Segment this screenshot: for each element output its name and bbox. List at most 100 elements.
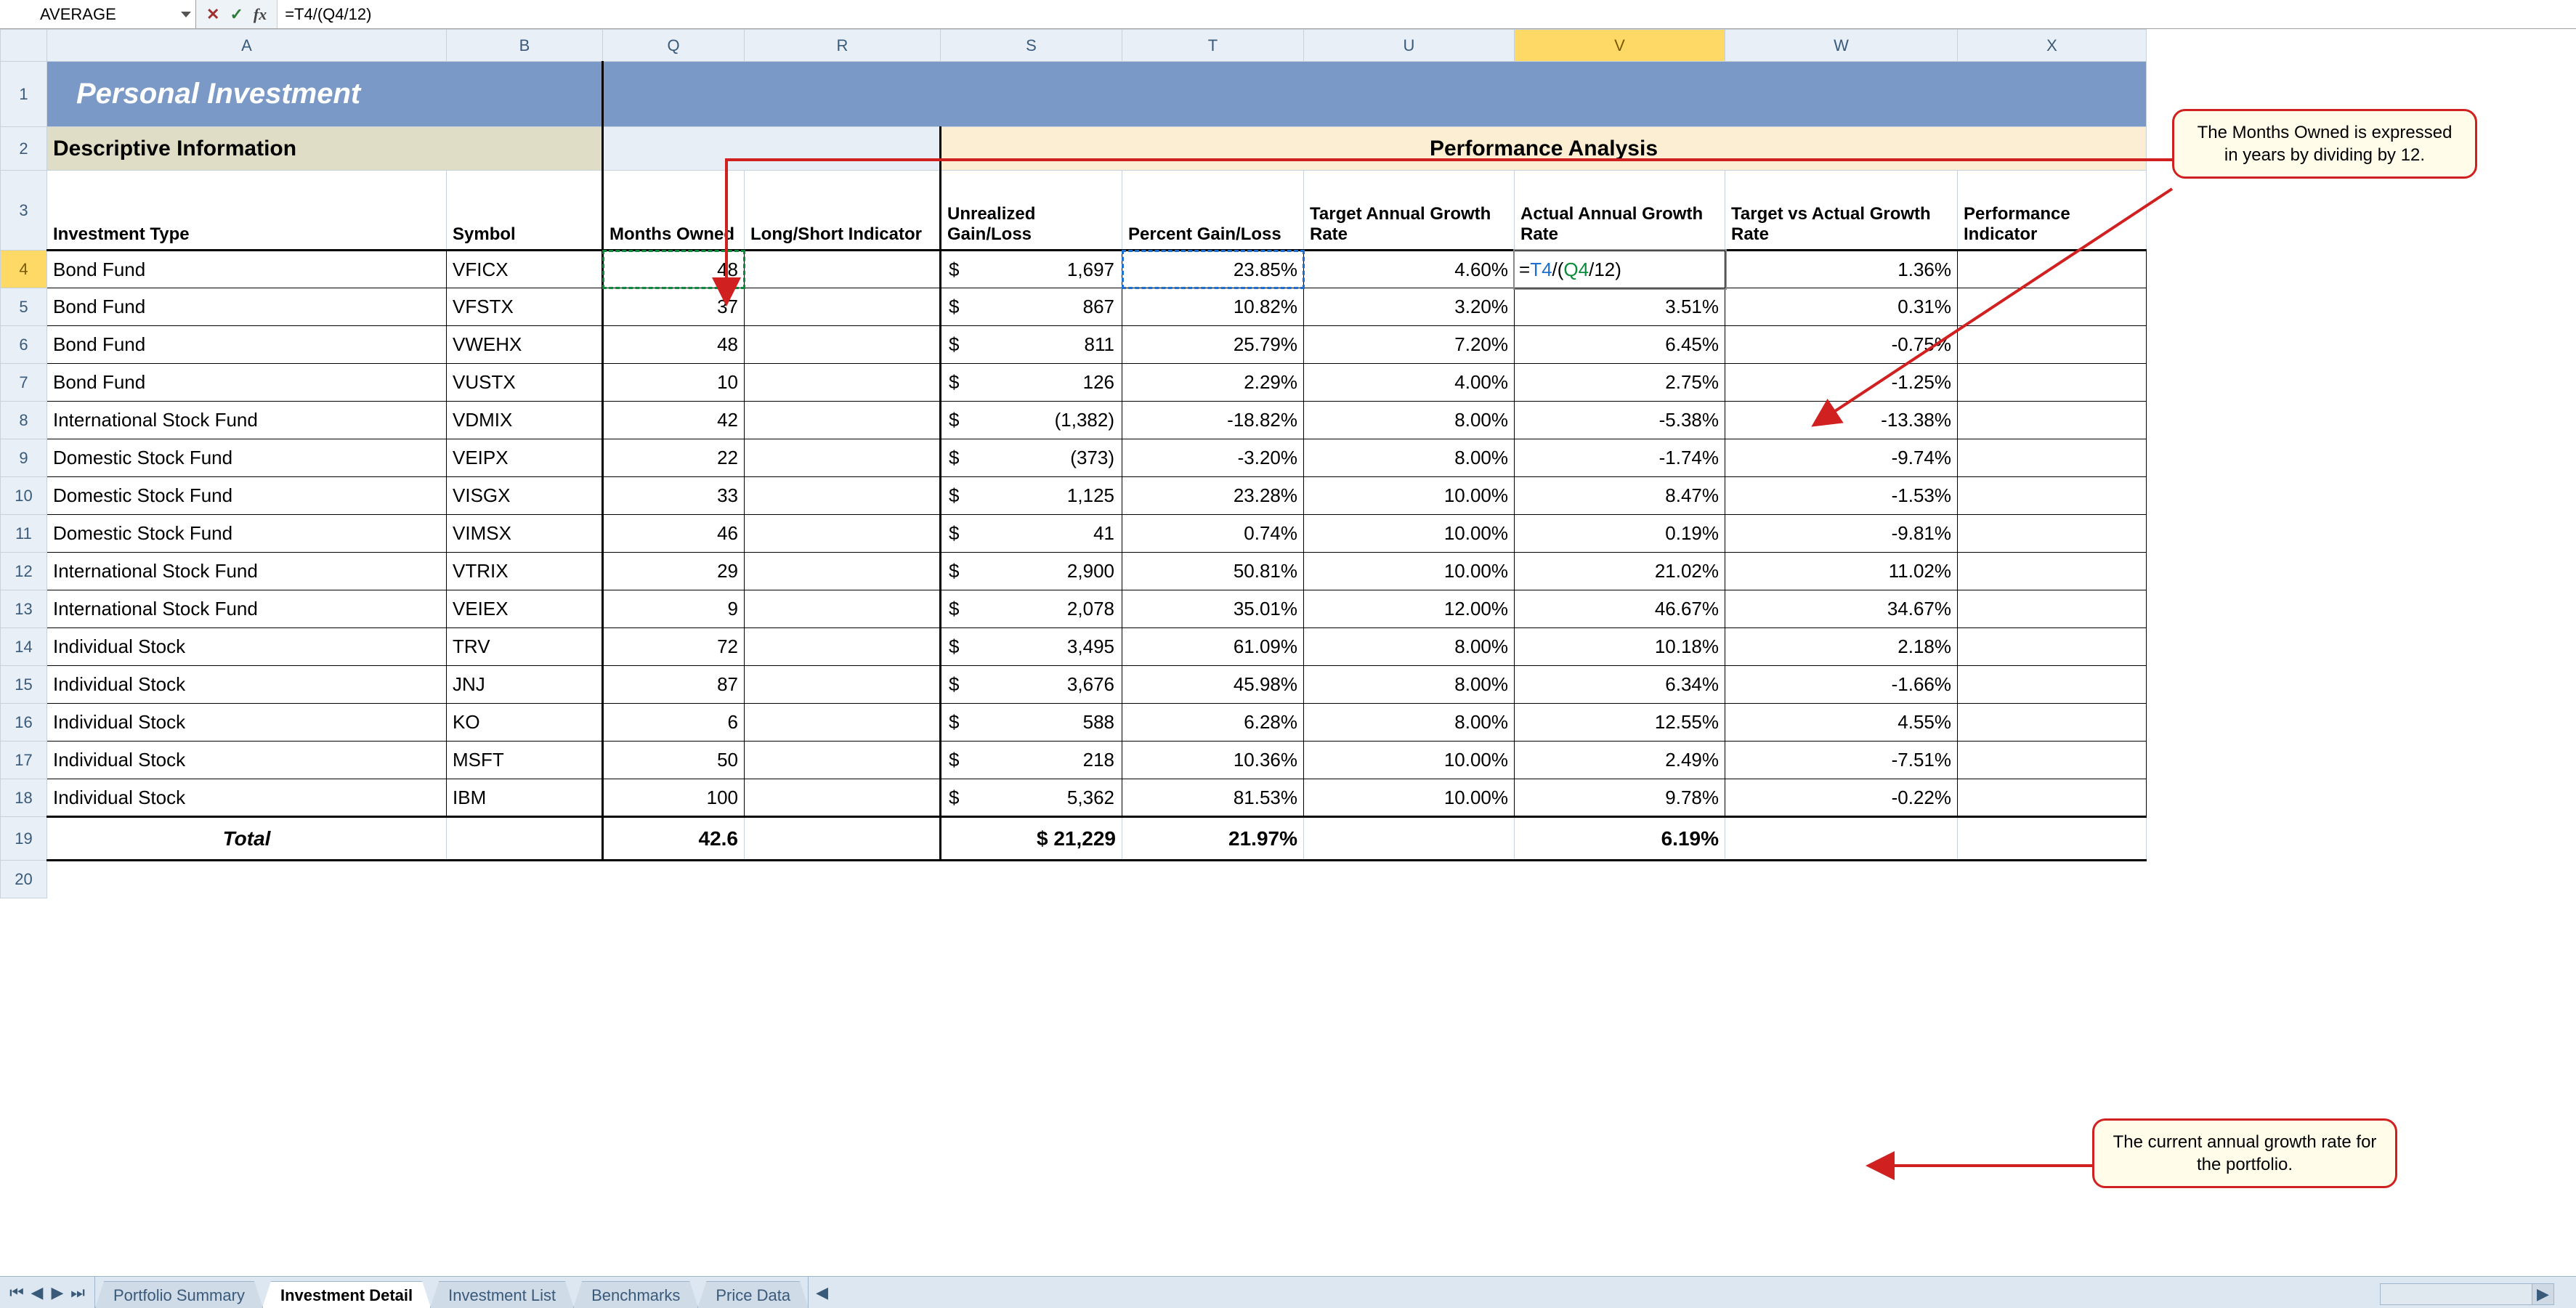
cell-R4[interactable] — [745, 251, 941, 288]
cell-W6[interactable]: -0.75% — [1725, 326, 1958, 364]
cell-V6[interactable]: 6.45% — [1515, 326, 1725, 364]
row-head-7[interactable]: 7 — [1, 364, 47, 402]
cell-U5[interactable]: 3.20% — [1304, 288, 1515, 326]
cell-W9[interactable]: -9.74% — [1725, 439, 1958, 477]
cell-U13[interactable]: 12.00% — [1304, 590, 1515, 628]
col-head-B[interactable]: B — [447, 30, 603, 62]
row-head-14[interactable]: 14 — [1, 628, 47, 666]
hdr-investment-type[interactable]: Investment Type — [47, 171, 447, 251]
cell-T17[interactable]: 10.36% — [1122, 742, 1304, 779]
cell-S17[interactable]: $218 — [941, 742, 1122, 779]
cell-X17[interactable] — [1958, 742, 2147, 779]
row-head-1[interactable]: 1 — [1, 62, 47, 127]
cell-Q18[interactable]: 100 — [603, 779, 745, 817]
cell-X8[interactable] — [1958, 402, 2147, 439]
cell-A4[interactable]: Bond Fund — [47, 251, 447, 288]
cell-B13[interactable]: VEIEX — [447, 590, 603, 628]
row-head-12[interactable]: 12 — [1, 553, 47, 590]
tab-benchmarks[interactable]: Benchmarks — [573, 1281, 698, 1308]
cell-S12[interactable]: $2,900 — [941, 553, 1122, 590]
hdr-percent-gl[interactable]: Percent Gain/Loss — [1122, 171, 1304, 251]
cell-U12[interactable]: 10.00% — [1304, 553, 1515, 590]
col-head-T[interactable]: T — [1122, 30, 1304, 62]
row-head-20[interactable]: 20 — [1, 861, 47, 898]
cell-U8[interactable]: 8.00% — [1304, 402, 1515, 439]
hdr-months-owned[interactable]: Months Owned — [603, 171, 745, 251]
col-head-X[interactable]: X — [1958, 30, 2147, 62]
cell-U14[interactable]: 8.00% — [1304, 628, 1515, 666]
row-head-6[interactable]: 6 — [1, 326, 47, 364]
row-head-15[interactable]: 15 — [1, 666, 47, 704]
cell-R6[interactable] — [745, 326, 941, 364]
cell-Q14[interactable]: 72 — [603, 628, 745, 666]
row-head-16[interactable]: 16 — [1, 704, 47, 742]
tab-investment-detail[interactable]: Investment Detail — [262, 1281, 431, 1308]
row-head-17[interactable]: 17 — [1, 742, 47, 779]
cell-B12[interactable]: VTRIX — [447, 553, 603, 590]
cell-S10[interactable]: $1,125 — [941, 477, 1122, 515]
cell-X10[interactable] — [1958, 477, 2147, 515]
cell-B16[interactable]: KO — [447, 704, 603, 742]
fx-icon[interactable]: fx — [254, 5, 267, 24]
cell-W7[interactable]: -1.25% — [1725, 364, 1958, 402]
cell-S16[interactable]: $588 — [941, 704, 1122, 742]
cell-B10[interactable]: VISGX — [447, 477, 603, 515]
cell-V4[interactable]: =T4/(Q4/12) — [1515, 251, 1725, 288]
cell-A7[interactable]: Bond Fund — [47, 364, 447, 402]
tab-investment-list[interactable]: Investment List — [430, 1281, 574, 1308]
tab-next-icon[interactable]: ▶ — [48, 1283, 67, 1302]
total-b[interactable] — [447, 817, 603, 861]
cell-R14[interactable] — [745, 628, 941, 666]
cell-T7[interactable]: 2.29% — [1122, 364, 1304, 402]
hdr-target-rate[interactable]: Target Annual Growth Rate — [1304, 171, 1515, 251]
cell-R8[interactable] — [745, 402, 941, 439]
cell-X18[interactable] — [1958, 779, 2147, 817]
col-head-W[interactable]: W — [1725, 30, 1958, 62]
cell-R13[interactable] — [745, 590, 941, 628]
cell-U15[interactable]: 8.00% — [1304, 666, 1515, 704]
tab-first-icon[interactable]: ⏮ — [7, 1283, 26, 1302]
cell-T10[interactable]: 23.28% — [1122, 477, 1304, 515]
cell-T8[interactable]: -18.82% — [1122, 402, 1304, 439]
row-head-8[interactable]: 8 — [1, 402, 47, 439]
cell-V7[interactable]: 2.75% — [1515, 364, 1725, 402]
cell-X9[interactable] — [1958, 439, 2147, 477]
scroll-right-icon[interactable]: ▶ — [2532, 1284, 2553, 1304]
cell-A17[interactable]: Individual Stock — [47, 742, 447, 779]
cell-U16[interactable]: 8.00% — [1304, 704, 1515, 742]
cell-W12[interactable]: 11.02% — [1725, 553, 1958, 590]
cell-A5[interactable]: Bond Fund — [47, 288, 447, 326]
cell-V5[interactable]: 3.51% — [1515, 288, 1725, 326]
cell-V17[interactable]: 2.49% — [1515, 742, 1725, 779]
row-head-9[interactable]: 9 — [1, 439, 47, 477]
cell-S14[interactable]: $3,495 — [941, 628, 1122, 666]
cancel-icon[interactable]: ✕ — [206, 5, 219, 24]
cell-B17[interactable]: MSFT — [447, 742, 603, 779]
row-head-19[interactable]: 19 — [1, 817, 47, 861]
cell-Q9[interactable]: 22 — [603, 439, 745, 477]
cell-X14[interactable] — [1958, 628, 2147, 666]
cell-W4[interactable]: 1.36% — [1725, 251, 1958, 288]
cell-R11[interactable] — [745, 515, 941, 553]
cell-Q16[interactable]: 6 — [603, 704, 745, 742]
total-label-cell[interactable]: Total — [47, 817, 447, 861]
col-head-R[interactable]: R — [745, 30, 941, 62]
cell-B18[interactable]: IBM — [447, 779, 603, 817]
cell-V9[interactable]: -1.74% — [1515, 439, 1725, 477]
cell-X16[interactable] — [1958, 704, 2147, 742]
cell-Q13[interactable]: 9 — [603, 590, 745, 628]
cell-A12[interactable]: International Stock Fund — [47, 553, 447, 590]
cell-V15[interactable]: 6.34% — [1515, 666, 1725, 704]
cell-U4[interactable]: 4.60% — [1304, 251, 1515, 288]
row-head-18[interactable]: 18 — [1, 779, 47, 817]
cell-Q12[interactable]: 29 — [603, 553, 745, 590]
col-head-V[interactable]: V — [1515, 30, 1725, 62]
cell-T13[interactable]: 35.01% — [1122, 590, 1304, 628]
tab-portfolio-summary[interactable]: Portfolio Summary — [95, 1281, 263, 1308]
cell-V10[interactable]: 8.47% — [1515, 477, 1725, 515]
cell-S18[interactable]: $5,362 — [941, 779, 1122, 817]
cell-R15[interactable] — [745, 666, 941, 704]
cell-A9[interactable]: Domestic Stock Fund — [47, 439, 447, 477]
cell-W14[interactable]: 2.18% — [1725, 628, 1958, 666]
cell-R10[interactable] — [745, 477, 941, 515]
